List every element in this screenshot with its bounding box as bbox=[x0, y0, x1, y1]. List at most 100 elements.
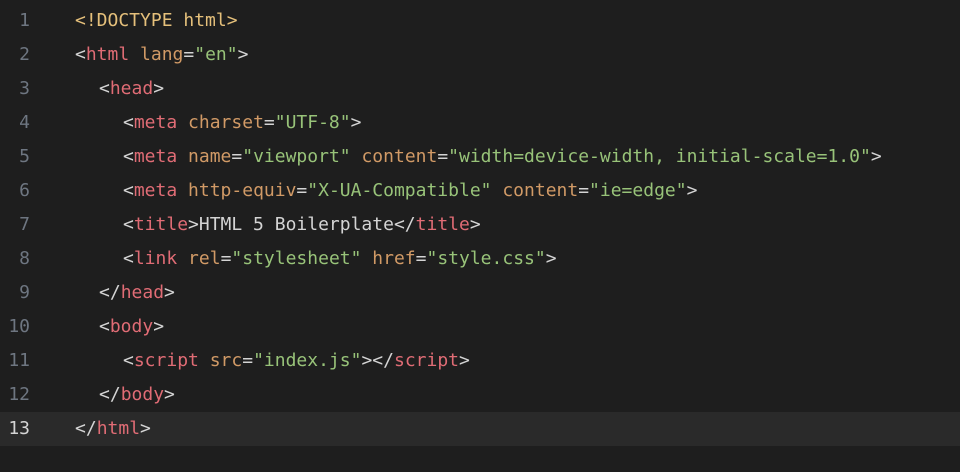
code-lines[interactable]: 1 <!DOCTYPE html> 2 <html lang="en"> 3 <head>… bbox=[0, 4, 960, 446]
code-token: lang bbox=[140, 44, 184, 65]
code-token: < bbox=[75, 44, 86, 65]
code-token: "en" bbox=[194, 44, 238, 65]
line-number: 3 bbox=[19, 78, 30, 99]
code-line[interactable]: 12 </body> bbox=[0, 378, 960, 412]
line-number: 7 bbox=[19, 214, 30, 235]
code-token: http-equiv bbox=[188, 180, 297, 201]
line-number: 9 bbox=[19, 282, 30, 303]
code-line[interactable]: 8 <link rel="stylesheet" href="style.css"… bbox=[0, 242, 960, 276]
line-content: <script src="index.js"></script> bbox=[75, 344, 470, 378]
code-token: </ bbox=[99, 384, 121, 405]
line-number: 6 bbox=[19, 180, 30, 201]
code-token: body bbox=[109, 316, 154, 337]
code-token: script bbox=[133, 350, 199, 371]
code-token: > bbox=[459, 350, 470, 371]
code-token: > bbox=[469, 214, 481, 235]
code-token: html bbox=[96, 418, 141, 439]
code-line[interactable]: 13 </html> bbox=[0, 412, 960, 446]
code-token: title bbox=[133, 214, 189, 235]
code-token: > bbox=[237, 44, 249, 65]
code-token: > bbox=[164, 384, 175, 405]
line-content: <head> bbox=[75, 72, 164, 106]
line-content: <meta name="viewport" content="width=dev… bbox=[75, 140, 882, 174]
line-content: <body> bbox=[75, 310, 164, 344]
code-line[interactable]: 2 <html lang="en"> bbox=[0, 38, 960, 72]
line-content: <meta http-equiv="X-UA-Compatible" conte… bbox=[75, 174, 697, 208]
code-token: = bbox=[578, 180, 590, 201]
code-token: = bbox=[415, 248, 427, 269]
code-token: charset bbox=[188, 112, 264, 133]
code-token: = bbox=[183, 44, 195, 65]
code-token: > bbox=[140, 418, 151, 439]
code-token: content bbox=[361, 146, 438, 167]
code-token: < bbox=[99, 316, 110, 337]
code-token: href bbox=[372, 248, 416, 269]
line-content: <link rel="stylesheet" href="style.css"> bbox=[75, 242, 557, 276]
code-token: = bbox=[437, 146, 449, 167]
code-token: "style.css" bbox=[426, 248, 546, 269]
code-token: < bbox=[123, 248, 134, 269]
code-token: </ bbox=[75, 418, 97, 439]
code-line[interactable]: 5 <meta name="viewport" content="width=de… bbox=[0, 140, 960, 174]
code-line[interactable]: 10 <body> bbox=[0, 310, 960, 344]
code-token: head bbox=[109, 78, 154, 99]
code-editor[interactable]: 1 <!DOCTYPE html> 2 <html lang="en"> 3 <head>… bbox=[0, 0, 960, 472]
code-token: > bbox=[870, 146, 882, 167]
code-token: name bbox=[188, 146, 232, 167]
code-token: </ bbox=[372, 350, 394, 371]
code-token: < bbox=[123, 214, 134, 235]
code-token: < bbox=[123, 180, 134, 201]
line-content: <title>HTML 5 Boilerplate</title> bbox=[75, 208, 481, 242]
line-content: </body> bbox=[75, 378, 175, 412]
line-content: <html lang="en"> bbox=[75, 38, 248, 72]
code-token: content bbox=[502, 180, 579, 201]
code-token: "width=device-width, initial-scale=1.0" bbox=[448, 146, 871, 167]
code-token: = bbox=[263, 112, 275, 133]
code-line[interactable]: 4 <meta charset="UTF-8"> bbox=[0, 106, 960, 140]
code-token: "X-UA-Compatible" bbox=[307, 180, 492, 201]
code-line[interactable]: 3 <head> bbox=[0, 72, 960, 106]
code-token: > bbox=[350, 112, 362, 133]
line-number: 5 bbox=[19, 146, 30, 167]
code-line[interactable]: 7 <title>HTML 5 Boilerplate</title> bbox=[0, 208, 960, 242]
code-token: > bbox=[164, 282, 175, 303]
code-token: "stylesheet" bbox=[231, 248, 362, 269]
line-number: 8 bbox=[19, 248, 30, 269]
code-line[interactable]: 11 <script src="index.js"></script> bbox=[0, 344, 960, 378]
line-number: 1 bbox=[19, 10, 30, 31]
code-token: meta bbox=[133, 112, 178, 133]
code-token: < bbox=[123, 112, 134, 133]
line-number: 10 bbox=[8, 316, 30, 337]
line-number: 13 bbox=[8, 418, 30, 439]
code-token: head bbox=[120, 282, 165, 303]
line-number: 11 bbox=[8, 350, 30, 371]
code-token: </ bbox=[393, 214, 416, 235]
code-token: > bbox=[686, 180, 698, 201]
code-token: < bbox=[99, 78, 110, 99]
code-token: > bbox=[153, 316, 165, 337]
line-number: 12 bbox=[8, 384, 30, 405]
code-token: <!DOCTYPE html> bbox=[75, 10, 238, 31]
code-token: src bbox=[209, 350, 243, 371]
line-content: <meta charset="UTF-8"> bbox=[75, 106, 361, 140]
code-token: < bbox=[123, 146, 134, 167]
code-token: title bbox=[415, 214, 470, 235]
code-token: meta bbox=[133, 146, 178, 167]
code-token: "index.js" bbox=[253, 350, 362, 371]
line-content: </html> bbox=[75, 412, 151, 446]
code-token: > bbox=[545, 248, 557, 269]
code-token: = bbox=[220, 248, 232, 269]
code-line[interactable]: 9 </head> bbox=[0, 276, 960, 310]
code-line[interactable]: 6 <meta http-equiv="X-UA-Compatible" cont… bbox=[0, 174, 960, 208]
line-number: 2 bbox=[19, 44, 30, 65]
code-token: < bbox=[123, 350, 134, 371]
code-line[interactable]: 1 <!DOCTYPE html> bbox=[0, 4, 960, 38]
code-token: body bbox=[120, 384, 165, 405]
code-token: </ bbox=[99, 282, 121, 303]
